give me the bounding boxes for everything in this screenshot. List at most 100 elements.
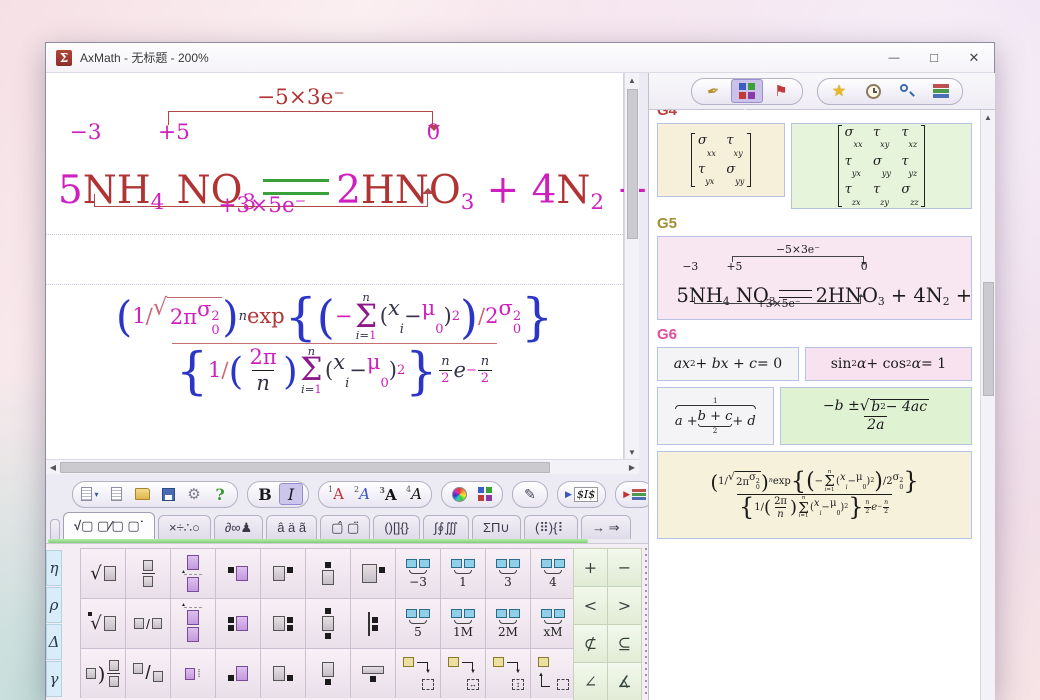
palette-ref-arrow-v-button[interactable]: ▼↕ bbox=[486, 649, 530, 698]
palette-chem-label-5-button[interactable]: 5 bbox=[396, 599, 440, 648]
palette-frac-inline-button[interactable]: / bbox=[126, 599, 170, 648]
palette-frac-slant-button[interactable]: / bbox=[126, 649, 170, 698]
toolbar-italic-button[interactable]: I bbox=[279, 483, 303, 505]
operator-+-button[interactable]: + bbox=[574, 549, 607, 586]
palette-chem-label-3-button[interactable]: 3 bbox=[486, 549, 530, 598]
palette-chem-label-xM-button[interactable]: xM bbox=[531, 599, 575, 648]
toolbar-font-3-button[interactable]: 3A bbox=[376, 483, 400, 505]
tab-10[interactable]: → ⇒ bbox=[581, 515, 631, 539]
palette-frac-stacked-button[interactable] bbox=[126, 549, 170, 598]
maximize-button[interactable]: □ bbox=[914, 43, 954, 72]
vertical-scroll-thumb[interactable] bbox=[627, 89, 638, 239]
palette-ref-arrow-up-button[interactable]: ▲ bbox=[531, 649, 575, 698]
tab-3[interactable]: ∂∞♟ bbox=[214, 515, 263, 539]
toolbar-settings-button[interactable]: ⚙ bbox=[182, 483, 206, 505]
palette-ref-arrow-h-button[interactable]: ▼↔ bbox=[441, 649, 485, 698]
tab-4[interactable]: â ä ã bbox=[266, 515, 317, 539]
palette-wide-bar-button[interactable] bbox=[351, 649, 395, 698]
palette-nth-root-button[interactable]: √ bbox=[81, 599, 125, 648]
bookmark-icon[interactable]: ⚑ bbox=[765, 79, 797, 103]
palette-align-1-button[interactable]: ▲ bbox=[171, 549, 215, 598]
scroll-left-icon[interactable]: ◀ bbox=[46, 460, 60, 474]
palette-box-dot-button[interactable] bbox=[351, 549, 395, 598]
library-card-gaussian[interactable]: (1∕√2πσ20)n exp{(−nΣi=1(x​i − μ​0)2)∕2σ2… bbox=[657, 451, 972, 539]
operator-∠-button[interactable]: ∠ bbox=[574, 663, 607, 700]
operator-⊄-button[interactable]: ⊄ bbox=[574, 625, 607, 662]
horizontal-scroll-thumb[interactable] bbox=[60, 462, 550, 473]
close-button[interactable]: ✕ bbox=[954, 43, 994, 72]
toolbar-latex-button[interactable]: ▶$I$ bbox=[563, 483, 600, 505]
palette-over-under-button[interactable] bbox=[306, 599, 350, 648]
palette-pre-sub-button[interactable] bbox=[216, 649, 260, 698]
palette-under-box-button[interactable] bbox=[306, 649, 350, 698]
tab-2[interactable]: ×÷∴○ bbox=[158, 515, 211, 539]
palette-chem-label-1-button[interactable]: 1 bbox=[441, 549, 485, 598]
tab-6[interactable]: ()[]{} bbox=[373, 515, 420, 539]
library-card-braces[interactable]: 1a + b + c2 + d bbox=[657, 387, 774, 445]
greek-γ-button[interactable]: γ bbox=[46, 661, 62, 697]
document-canvas[interactable]: −5×3e⁻−3+505NH4 NO32HNO3 + 4N2 + 9H2O+3×… bbox=[46, 73, 624, 459]
library-card-chem-equation[interactable]: −5×3e⁻−3+505NH4 NO32HNO3 + 4N2 + 9H2O+3×… bbox=[657, 236, 972, 320]
operator->-button[interactable]: > bbox=[608, 587, 641, 624]
palette-post-sup-button[interactable] bbox=[261, 549, 305, 598]
scroll-right-icon[interactable]: ▶ bbox=[625, 460, 639, 474]
search-icon[interactable] bbox=[891, 79, 923, 103]
operator-−-button[interactable]: − bbox=[608, 549, 641, 586]
toolbar-bold-button[interactable]: B bbox=[253, 483, 277, 505]
operator-∡-button[interactable]: ∡ bbox=[608, 663, 641, 700]
library-card-quadratic-formula[interactable]: −b ± √b2 − 4ac2a bbox=[780, 387, 972, 445]
palette-divider-button[interactable] bbox=[351, 599, 395, 648]
gaussian-formula[interactable]: (1∕√2πσ20)n exp{(−nΣi=1(x​i − μ​0)2)∕2σ2… bbox=[46, 291, 623, 397]
scroll-up-icon[interactable]: ▲ bbox=[625, 73, 639, 87]
minimize-button[interactable]: — bbox=[874, 43, 914, 72]
tab-7[interactable]: ∫∮∭ bbox=[423, 515, 469, 539]
stamp-icon[interactable]: ✒ bbox=[697, 79, 729, 103]
toolbar-font-2-button[interactable]: 2A bbox=[350, 483, 374, 505]
palette-align-2-button[interactable]: ▲ bbox=[171, 599, 215, 648]
scroll-up-icon[interactable]: ▲ bbox=[981, 110, 995, 124]
toolbar-pen-button[interactable]: ✎ bbox=[518, 483, 542, 505]
library-card-matrix-3x3[interactable]: σ​xxτ​xyτ​xzτ​yxσ​yyτ​yzτ​zxτ​zyσ​zz bbox=[791, 123, 972, 209]
toolbar-open-button[interactable] bbox=[130, 483, 154, 505]
palette-pre-supsub-button[interactable] bbox=[216, 599, 260, 648]
toolbar-help-button[interactable]: ? bbox=[208, 483, 232, 505]
palette-sqrt-button[interactable]: √ bbox=[81, 549, 125, 598]
library-scrollbar[interactable]: ▲ bbox=[980, 110, 995, 700]
palette-post-sub-button[interactable] bbox=[261, 649, 305, 698]
palette-post-supsub-button[interactable] bbox=[261, 599, 305, 648]
chemical-equation[interactable]: −5×3e⁻−3+505NH4 NO32HNO3 + 4N2 + 9H2O+3×… bbox=[58, 85, 610, 227]
tab-stub[interactable] bbox=[50, 519, 60, 539]
greek-ρ-button[interactable]: ρ bbox=[46, 587, 62, 623]
toolbar-palette-button[interactable] bbox=[447, 483, 471, 505]
palette-long-div-button[interactable]: ) bbox=[81, 649, 125, 698]
toolbar-font-4-button[interactable]: 4A bbox=[402, 483, 426, 505]
toolbar-new-button[interactable] bbox=[104, 483, 128, 505]
books-icon[interactable] bbox=[925, 79, 957, 103]
tab-9[interactable]: (⠿){⠇ bbox=[524, 515, 578, 539]
title-bar[interactable]: Σ AxMath - 无标题 - 200% — □ ✕ bbox=[46, 43, 994, 73]
toolbar-publish-button[interactable]: ▶ bbox=[621, 483, 648, 505]
palette-align-dots-button[interactable]: ⁞ bbox=[171, 649, 215, 698]
toolbar-font-1-button[interactable]: 1A bbox=[324, 483, 348, 505]
toolbar-menu-button[interactable]: ▾ bbox=[78, 483, 102, 505]
star-icon[interactable]: ★ bbox=[823, 79, 855, 103]
library-card-quadratic[interactable]: ax2 + bx + c = 0 bbox=[657, 347, 799, 381]
library-grid-icon[interactable] bbox=[731, 79, 763, 103]
palette-chem-label-−3-button[interactable]: −3 bbox=[396, 549, 440, 598]
canvas-horizontal-scrollbar[interactable]: ◀ ▶ bbox=[46, 459, 639, 474]
palette-chem-label-2M-button[interactable]: 2M bbox=[486, 599, 530, 648]
library-card-matrix-2x2[interactable]: σ​xxτ​xyτ​yxσ​yy bbox=[657, 123, 785, 197]
library-card-trig-identity[interactable]: sin2α + cos2α = 1 bbox=[805, 347, 972, 381]
tab-5[interactable]: ▢̂ ▢̈ bbox=[320, 515, 370, 539]
operator-⊆-button[interactable]: ⊆ bbox=[608, 625, 641, 662]
palette-over-box-button[interactable] bbox=[306, 549, 350, 598]
palette-chem-label-4-button[interactable]: 4 bbox=[531, 549, 575, 598]
operator-<-button[interactable]: < bbox=[574, 587, 607, 624]
toolbar-save-button[interactable] bbox=[156, 483, 180, 505]
palette-ref-arrow-plain-button[interactable]: ▼ bbox=[396, 649, 440, 698]
toolbar-color-grid-button[interactable] bbox=[473, 483, 497, 505]
clock-icon[interactable] bbox=[857, 79, 889, 103]
library-scroll-thumb[interactable] bbox=[983, 282, 994, 396]
canvas-vertical-scrollbar[interactable]: ▲ ▼ bbox=[624, 73, 639, 459]
palette-pre-sup-button[interactable] bbox=[216, 549, 260, 598]
